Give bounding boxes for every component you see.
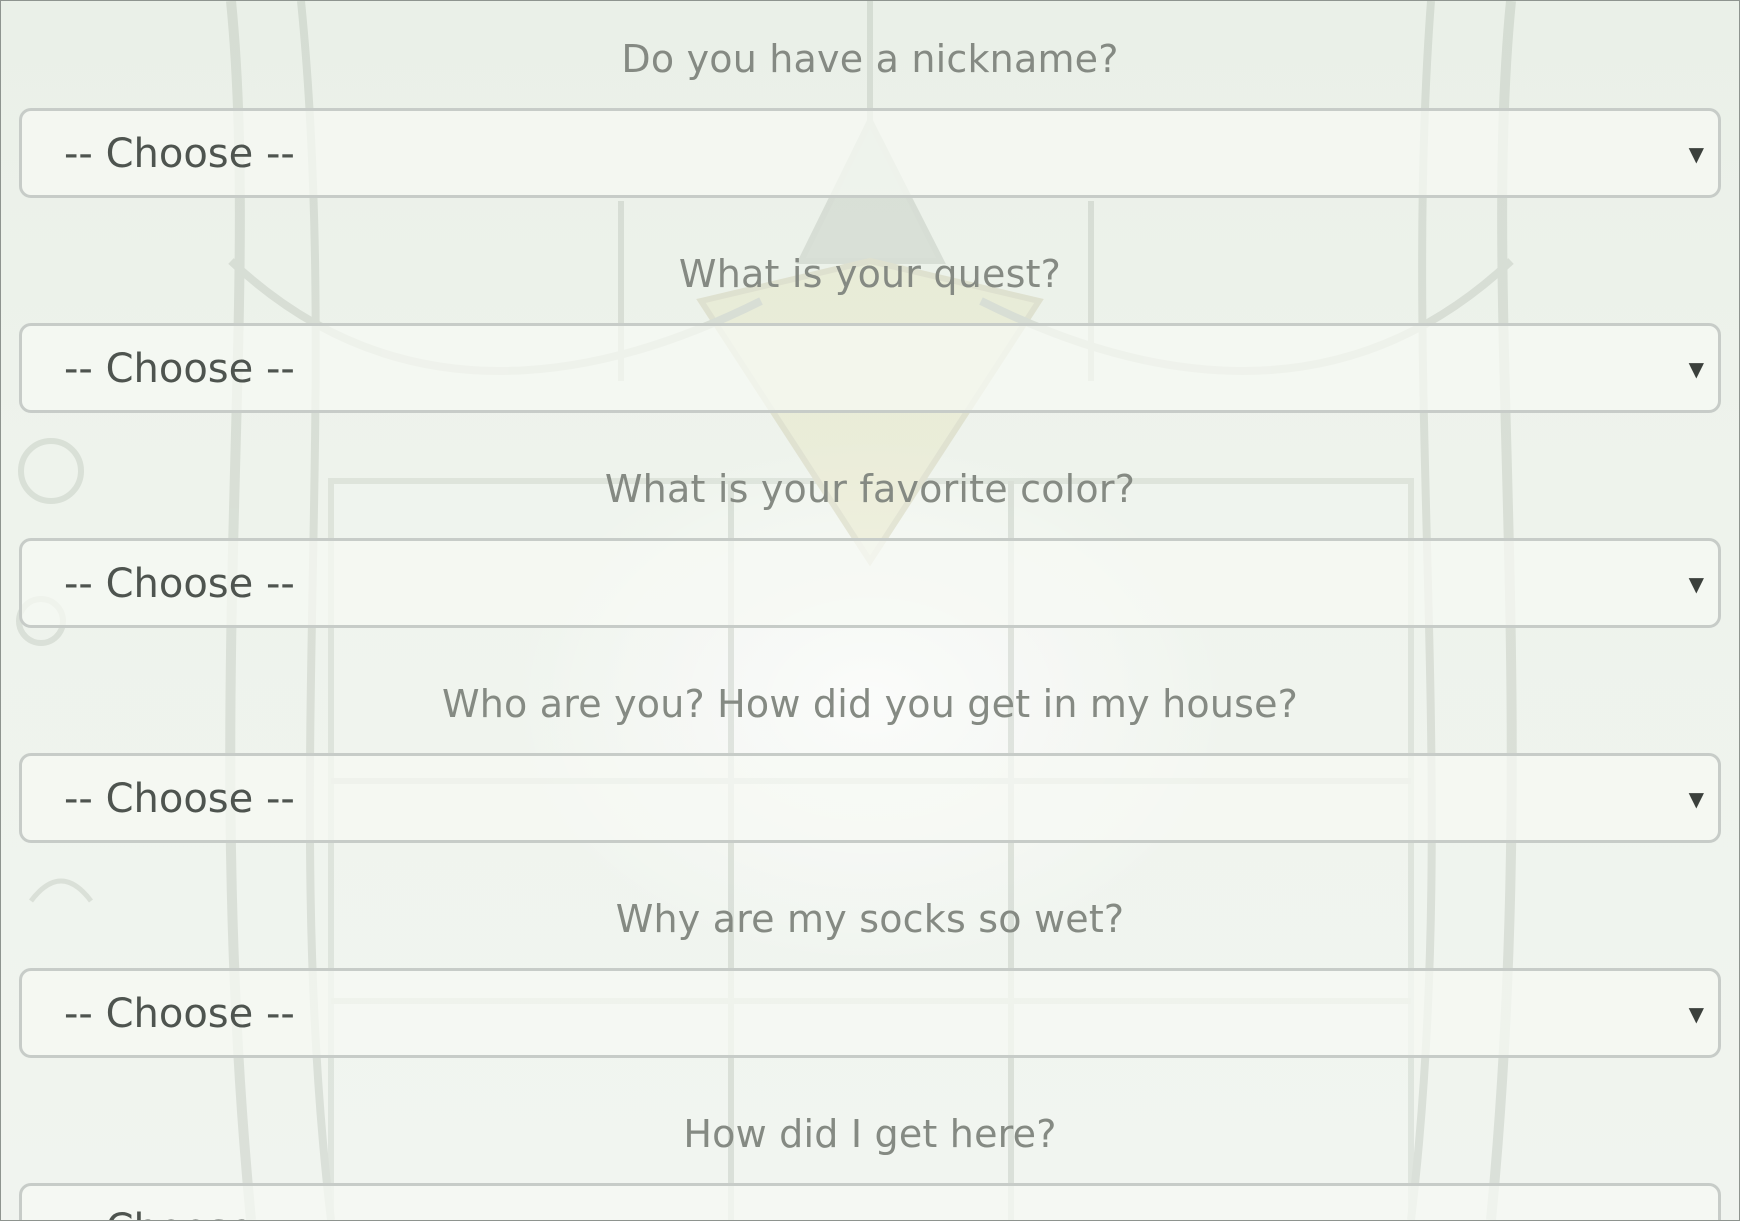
question-label: What is your quest? xyxy=(678,252,1062,296)
dropdown-arrow-icon: ▼ xyxy=(1688,142,1704,166)
question-label: How did I get here? xyxy=(683,1112,1057,1156)
wet-socks-select[interactable]: -- Choose -- ▼ xyxy=(19,968,1721,1058)
select-value: -- Choose -- xyxy=(64,561,295,607)
select-value: -- Choose -- xyxy=(64,991,295,1037)
dropdown-arrow-icon: ▼ xyxy=(1688,1002,1704,1026)
dropdown-arrow-icon: ▼ xyxy=(1689,1186,1704,1220)
dropdown-arrow-icon: ▼ xyxy=(1688,572,1704,596)
nickname-select[interactable]: -- Choose -- ▼ xyxy=(19,108,1721,198)
question-label: Why are my socks so wet? xyxy=(615,897,1125,941)
page-frame: Do you have a nickname? -- Choose -- ▼ W… xyxy=(0,0,1740,1221)
select-value: -- Choose -- xyxy=(64,346,295,392)
select-value: -- Choose -- xyxy=(64,131,295,177)
question-label: Do you have a nickname? xyxy=(621,37,1119,81)
who-are-you-select[interactable]: -- Choose -- ▼ xyxy=(19,753,1721,843)
favorite-color-select[interactable]: -- Choose -- ▼ xyxy=(19,538,1721,628)
how-did-i-get-here-select[interactable]: -- Choose -- ▼ xyxy=(19,1183,1721,1220)
question-label: What is your favorite color? xyxy=(604,467,1136,511)
select-value: -- Choose -- xyxy=(64,776,295,822)
dropdown-arrow-icon: ▼ xyxy=(1688,787,1704,811)
select-value: -- Choose -- xyxy=(64,1186,295,1220)
question-label: Who are you? How did you get in my house… xyxy=(441,682,1299,726)
dropdown-arrow-icon: ▼ xyxy=(1688,357,1704,381)
quest-select[interactable]: -- Choose -- ▼ xyxy=(19,323,1721,413)
